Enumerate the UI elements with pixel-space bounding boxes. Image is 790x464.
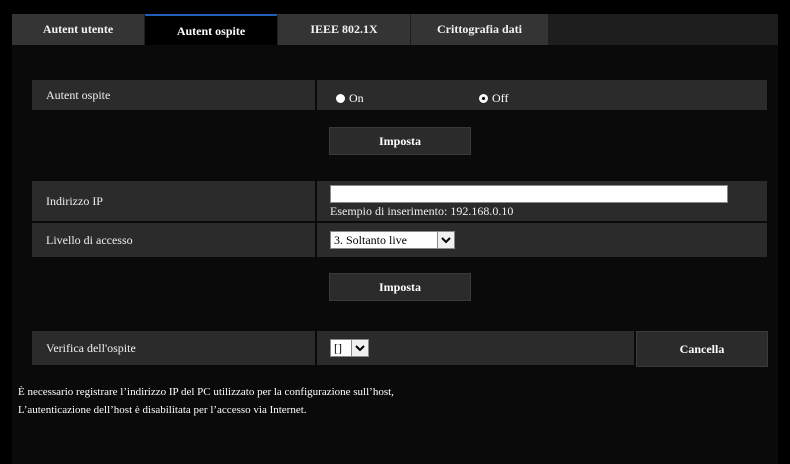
radio-selected-icon — [479, 94, 488, 103]
access-level-select[interactable]: 3. Soltanto live — [330, 231, 455, 249]
guest-auth-off-label: Off — [492, 91, 509, 105]
access-level-label: Livello di accesso — [32, 223, 315, 257]
chevron-down-icon[interactable] — [351, 340, 368, 356]
ip-address-hint: Esempio di inserimento: 192.168.0.10 — [330, 204, 514, 218]
radio-unselected-icon — [336, 94, 345, 103]
tab-bar: Autent utente Autent ospite IEEE 802.1X … — [12, 14, 778, 45]
guest-auth-on-radio[interactable]: On — [336, 91, 364, 106]
guest-auth-on-label: On — [349, 91, 364, 105]
guest-check-select[interactable]: [] — [330, 339, 369, 357]
tab-guest-auth[interactable]: Autent ospite — [145, 14, 277, 45]
guest-auth-off-radio[interactable]: Off — [479, 91, 508, 106]
tab-user-auth[interactable]: Autent utente — [12, 14, 144, 45]
guest-auth-label: Autent ospite — [32, 80, 315, 110]
tab-data-encryption[interactable]: Crittografia dati — [411, 14, 548, 45]
set-button-guest-auth[interactable]: Imposta — [329, 127, 471, 155]
ip-address-label: Indirizzo IP — [32, 181, 315, 221]
note-line-1: È necessario registrare l’indirizzo IP d… — [18, 386, 394, 398]
access-level-selected: 3. Soltanto live — [334, 232, 407, 247]
note-line-2: L’autenticazione dell’host è disabilitat… — [18, 404, 307, 416]
guest-auth-value: On Off — [317, 80, 767, 110]
guest-check-selected: [] — [334, 340, 342, 355]
set-button-ip[interactable]: Imposta — [329, 273, 471, 301]
delete-button[interactable]: Cancella — [636, 331, 768, 367]
ip-address-input[interactable] — [330, 185, 728, 203]
tab-ieee-8021x[interactable]: IEEE 802.1X — [278, 14, 410, 45]
chevron-down-icon[interactable] — [437, 232, 454, 248]
guest-check-label: Verifica dell'ospite — [32, 331, 315, 365]
